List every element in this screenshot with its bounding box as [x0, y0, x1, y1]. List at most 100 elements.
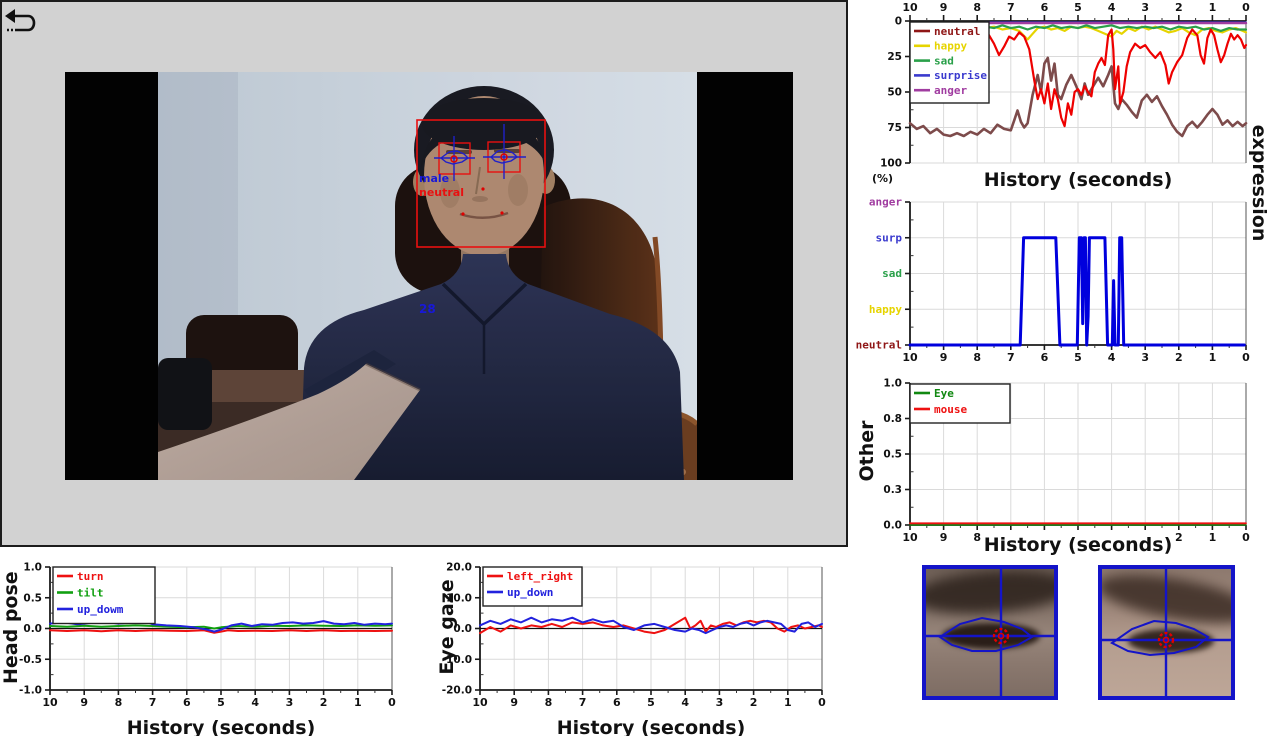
svg-text:7: 7: [1007, 351, 1015, 364]
svg-text:1: 1: [1209, 1, 1217, 14]
svg-text:neutral: neutral: [856, 339, 902, 352]
eye-gaze-axis-label: Eye gaze: [436, 577, 458, 677]
head-pose-title: History (seconds): [101, 717, 341, 736]
series-sad: [986, 25, 1246, 31]
series-current-expression: [910, 238, 1244, 345]
svg-text:5: 5: [647, 696, 655, 709]
svg-text:8: 8: [545, 696, 553, 709]
svg-text:8: 8: [973, 351, 981, 364]
legend-item-label: up_down: [507, 586, 553, 599]
svg-text:9: 9: [510, 696, 518, 709]
svg-text:9: 9: [80, 696, 88, 709]
svg-text:7: 7: [1007, 1, 1015, 14]
svg-text:5: 5: [217, 696, 225, 709]
expression-axis-label: expression: [1248, 108, 1270, 258]
svg-text:happy: happy: [869, 303, 902, 316]
legend-item-label: anger: [934, 84, 967, 97]
svg-text:anger: anger: [869, 196, 902, 209]
svg-text:1: 1: [1209, 531, 1217, 544]
svg-text:-20.0: -20.0: [442, 685, 472, 697]
svg-text:4: 4: [251, 696, 259, 709]
svg-text:surp: surp: [876, 231, 903, 244]
svg-text:9: 9: [940, 351, 948, 364]
svg-text:0.3: 0.3: [883, 484, 902, 496]
svg-text:0.0: 0.0: [23, 623, 42, 635]
svg-text:3: 3: [716, 696, 724, 709]
svg-text:1: 1: [354, 696, 362, 709]
svg-text:2: 2: [1175, 1, 1183, 14]
charts-canvas: 1098765432100255075100neutralhappysadsur…: [0, 0, 1276, 736]
svg-text:10: 10: [902, 351, 918, 364]
svg-text:1.0: 1.0: [23, 562, 42, 574]
svg-text:8: 8: [973, 1, 981, 14]
legend-item-label: neutral: [934, 25, 980, 38]
chart-expression-history-pct: 1098765432100255075100neutralhappysadsur…: [880, 1, 1250, 170]
svg-text:3: 3: [286, 696, 294, 709]
series-unlabeled-red: [984, 30, 1246, 127]
svg-text:6: 6: [613, 696, 621, 709]
svg-text:0: 0: [818, 696, 826, 709]
percent-axis-label: (%): [872, 172, 893, 185]
svg-text:0.5: 0.5: [23, 592, 42, 604]
svg-text:10: 10: [42, 696, 58, 709]
svg-text:2: 2: [1175, 351, 1183, 364]
svg-text:75: 75: [887, 122, 902, 134]
svg-text:10: 10: [472, 696, 488, 709]
facial-analysis-app: male neutral 28 1098765432100255075100ne…: [0, 0, 1276, 736]
svg-text:1: 1: [1209, 351, 1217, 364]
other-axis-label: Other: [856, 411, 878, 491]
svg-text:2: 2: [320, 696, 328, 709]
svg-text:sad: sad: [882, 267, 902, 280]
svg-text:6: 6: [1041, 1, 1049, 14]
head-pose-axis-label: Head pose: [0, 574, 22, 684]
svg-text:1: 1: [784, 696, 792, 709]
svg-text:20.0: 20.0: [446, 562, 472, 574]
chart-expression-state: 109876543210neutralhappysadsurpanger: [856, 196, 1251, 365]
legend-item-label: sad: [934, 54, 954, 67]
svg-text:1.0: 1.0: [883, 378, 902, 390]
svg-text:0.5: 0.5: [883, 449, 902, 461]
svg-text:0: 0: [1242, 531, 1250, 544]
left-eye-view: [922, 565, 1058, 700]
svg-text:4: 4: [1108, 351, 1116, 364]
legend-item-label: happy: [934, 40, 967, 53]
right-eye-view: [1098, 565, 1235, 700]
legend-item-label: up_dowm: [77, 603, 124, 616]
svg-text:0: 0: [1242, 1, 1250, 14]
svg-text:5: 5: [1074, 1, 1082, 14]
svg-text:0.8: 0.8: [883, 413, 902, 425]
legend-item-label: Eye: [934, 387, 954, 400]
svg-text:8: 8: [115, 696, 123, 709]
svg-text:10: 10: [902, 531, 918, 544]
svg-text:0: 0: [388, 696, 396, 709]
svg-text:-1.0: -1.0: [19, 685, 42, 697]
svg-text:3: 3: [1141, 351, 1149, 364]
svg-text:0.0: 0.0: [883, 520, 902, 532]
eye-gaze-title: History (seconds): [531, 717, 771, 736]
chart-eye-gaze: 10987654321020.010.00.0-10.0-20.0left_ri…: [442, 562, 826, 710]
other-title: History (seconds): [958, 534, 1198, 556]
right-eye-tracking-overlay: [1102, 569, 1231, 696]
svg-text:9: 9: [940, 1, 948, 14]
svg-text:6: 6: [183, 696, 191, 709]
svg-text:25: 25: [887, 51, 902, 63]
legend-item-label: left_right: [507, 570, 573, 583]
svg-text:7: 7: [149, 696, 157, 709]
svg-text:100: 100: [880, 158, 902, 170]
chart-head-pose: 1098765432101.00.50.0-0.5-1.0turntiltup_…: [19, 562, 396, 710]
svg-text:10: 10: [902, 1, 918, 14]
chart-other: 10982100.00.30.50.81.0Eyemouse: [883, 378, 1250, 545]
svg-text:50: 50: [887, 87, 902, 99]
svg-text:3: 3: [1141, 1, 1149, 14]
legend-item-label: tilt: [77, 586, 104, 599]
expression-pct-title: History (seconds): [958, 169, 1198, 191]
svg-text:-0.5: -0.5: [19, 654, 42, 666]
svg-text:0: 0: [895, 16, 902, 28]
svg-text:4: 4: [1108, 1, 1116, 14]
svg-text:5: 5: [1074, 351, 1082, 364]
legend-item-label: surprise: [934, 69, 987, 82]
svg-text:4: 4: [681, 696, 689, 709]
svg-text:6: 6: [1041, 351, 1049, 364]
svg-text:0: 0: [1242, 351, 1250, 364]
legend-item-label: turn: [77, 570, 104, 583]
